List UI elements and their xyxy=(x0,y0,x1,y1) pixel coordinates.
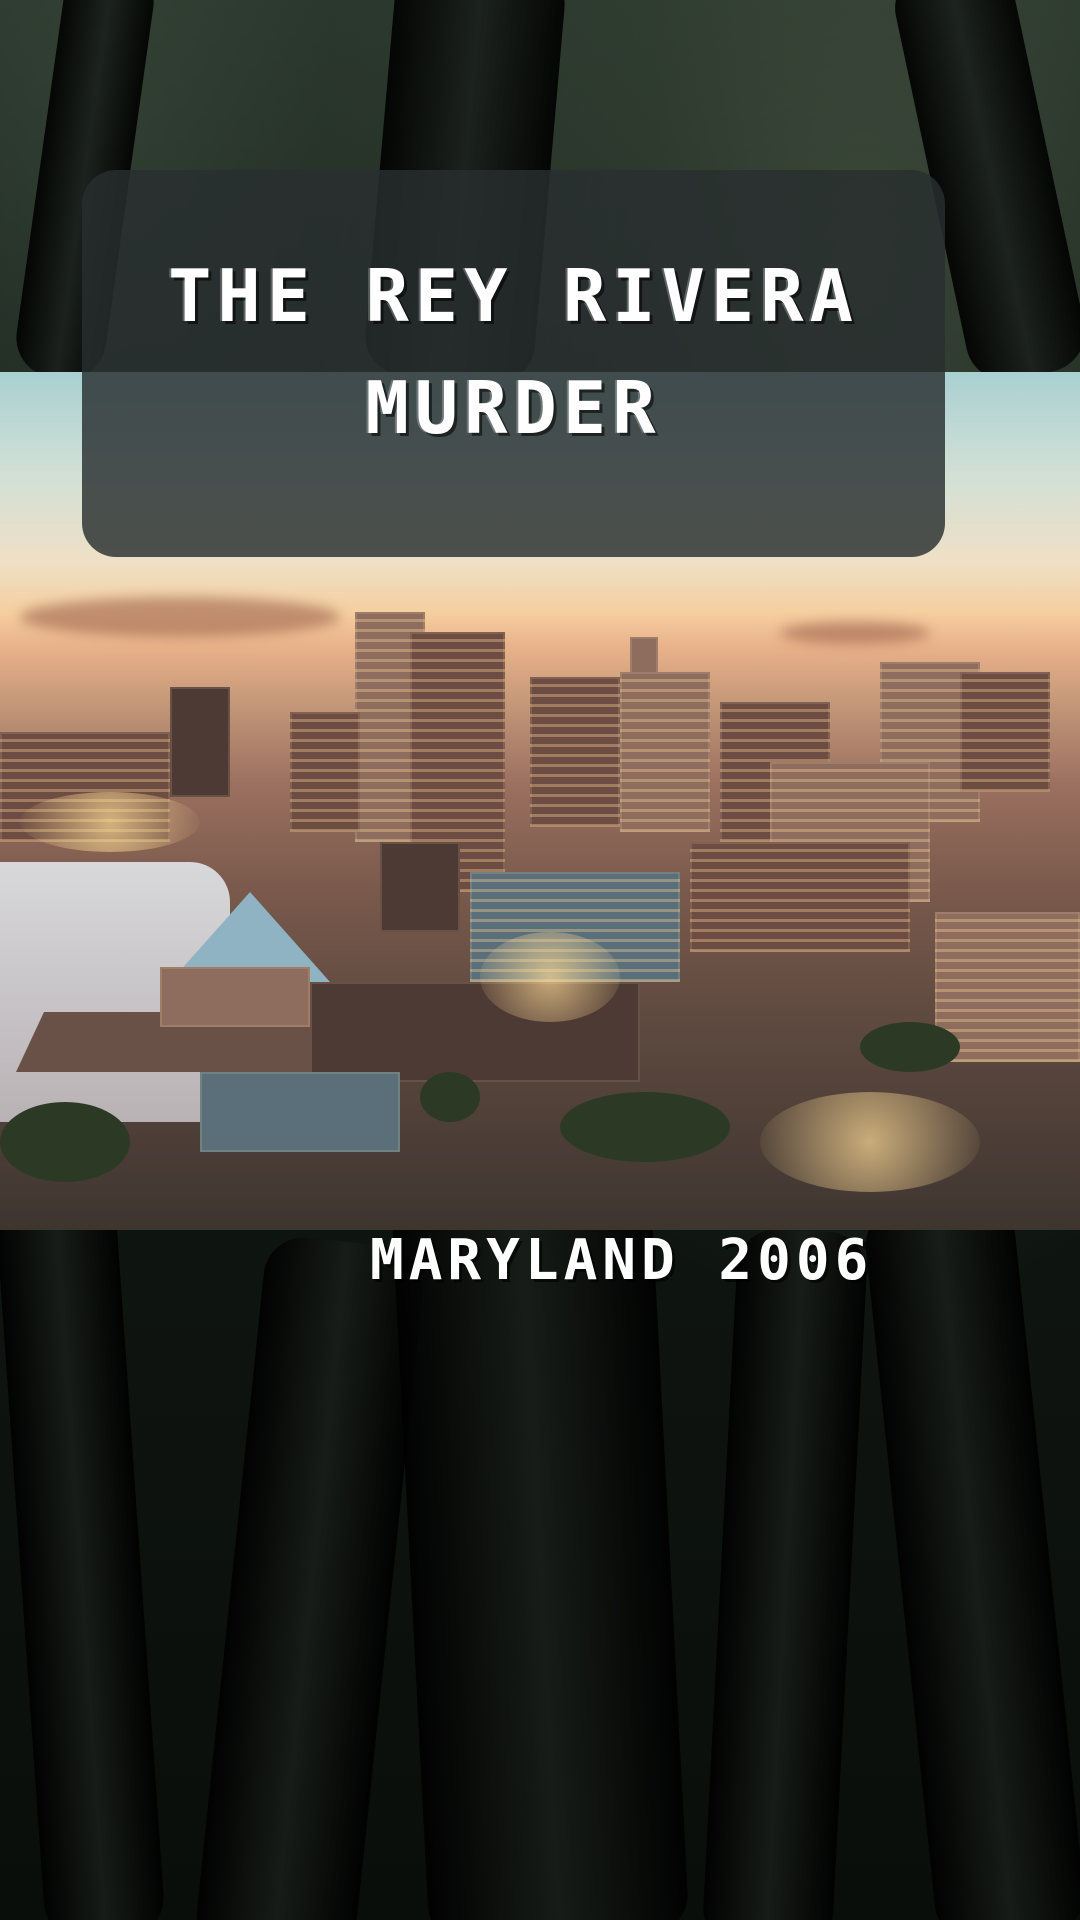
title-line-2: MURDER xyxy=(365,366,662,450)
location-year-caption: MARYLAND 2006 xyxy=(370,1228,874,1293)
video-title: THE REY RIVERA MURDER xyxy=(82,240,945,464)
city-lights xyxy=(20,792,200,852)
tree-trunk xyxy=(0,1176,167,1920)
cloud xyxy=(780,622,930,644)
building xyxy=(380,842,460,932)
trees xyxy=(860,1022,960,1072)
city-lights xyxy=(760,1092,980,1192)
cloud xyxy=(20,597,340,637)
tree-trunk xyxy=(192,1233,428,1920)
building xyxy=(170,687,230,797)
building xyxy=(690,842,910,952)
trees xyxy=(420,1072,480,1122)
tower xyxy=(960,672,1050,792)
tree-trunk xyxy=(861,1194,1080,1920)
trees xyxy=(560,1092,730,1162)
video-frame: THE REY RIVERA MURDER MARYLAND 2006 xyxy=(0,0,1080,1920)
building xyxy=(290,712,360,832)
tree-trunk xyxy=(701,1227,869,1920)
aquarium-building xyxy=(160,967,310,1027)
pavilion xyxy=(200,1072,400,1152)
title-line-1: THE REY RIVERA xyxy=(168,254,859,338)
trees xyxy=(0,1102,130,1182)
building xyxy=(530,677,620,827)
city-lights xyxy=(480,932,620,1022)
building xyxy=(620,672,710,832)
